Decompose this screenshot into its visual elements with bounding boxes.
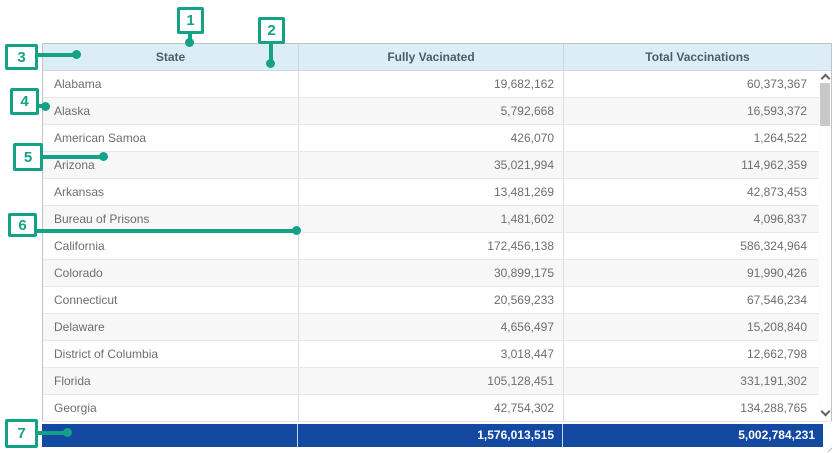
state-cell: Delaware bbox=[43, 314, 299, 340]
totals-row: 1,576,013,515 5,002,784,231 bbox=[42, 424, 823, 447]
totals-fully-vaccinated: 1,576,013,515 bbox=[298, 424, 563, 447]
fully-vaccinated-cell: 3,018,447 bbox=[299, 341, 564, 367]
table-row[interactable]: Delaware4,656,49715,208,840 bbox=[43, 314, 831, 341]
total-vaccinations-cell: 586,324,964 bbox=[564, 233, 831, 259]
column-header-total-vaccinations[interactable]: Total Vaccinations bbox=[564, 44, 831, 70]
total-vaccinations-cell: 114,962,359 bbox=[564, 152, 831, 178]
column-header-state[interactable]: State bbox=[43, 44, 299, 70]
annotated-table-screenshot: State Fully Vacinated Total Vaccinations… bbox=[0, 0, 833, 453]
table-row[interactable]: Colorado30,899,17591,990,426 bbox=[43, 260, 831, 287]
state-cell: Arkansas bbox=[43, 179, 299, 205]
table-row[interactable]: Arkansas13,481,26942,873,453 bbox=[43, 179, 831, 206]
totals-state-cell bbox=[42, 424, 298, 447]
state-cell: California bbox=[43, 233, 299, 259]
callout-2-dot bbox=[266, 59, 275, 68]
state-cell: District of Columbia bbox=[43, 341, 299, 367]
callout-1-dot bbox=[185, 38, 194, 47]
callout-3-dot bbox=[72, 50, 81, 59]
fully-vaccinated-cell: 13,481,269 bbox=[299, 179, 564, 205]
callout-7-line bbox=[36, 431, 66, 435]
state-cell: Connecticut bbox=[43, 287, 299, 313]
vertical-scrollbar[interactable] bbox=[819, 71, 831, 421]
callout-6-dot bbox=[292, 226, 301, 235]
callout-6-line bbox=[35, 229, 295, 233]
annotation-callout-2: 2 bbox=[258, 17, 285, 44]
total-vaccinations-cell: 12,662,798 bbox=[564, 341, 831, 367]
total-vaccinations-cell: 15,208,840 bbox=[564, 314, 831, 340]
fully-vaccinated-cell: 4,656,497 bbox=[299, 314, 564, 340]
table-row[interactable]: California172,456,138586,324,964 bbox=[43, 233, 831, 260]
state-cell: Alaska bbox=[43, 98, 299, 124]
annotation-callout-7: 7 bbox=[5, 419, 38, 448]
total-vaccinations-cell: 331,191,302 bbox=[564, 368, 831, 394]
annotation-callout-1: 1 bbox=[177, 7, 204, 34]
table-row[interactable]: Florida105,128,451331,191,302 bbox=[43, 368, 831, 395]
annotation-callout-3: 3 bbox=[5, 44, 38, 70]
state-cell: Colorado bbox=[43, 260, 299, 286]
fully-vaccinated-cell: 42,754,302 bbox=[299, 395, 564, 421]
table-row[interactable]: American Samoa426,0701,264,522 bbox=[43, 125, 831, 152]
callout-4-dot bbox=[41, 102, 50, 111]
fully-vaccinated-cell: 35,021,994 bbox=[299, 152, 564, 178]
state-cell: Georgia bbox=[43, 395, 299, 421]
column-header-fully-vaccinated[interactable]: Fully Vacinated bbox=[299, 44, 564, 70]
table-row[interactable]: Arizona35,021,994114,962,359 bbox=[43, 152, 831, 179]
totals-total-vaccinations: 5,002,784,231 bbox=[563, 424, 823, 447]
fully-vaccinated-cell: 19,682,162 bbox=[299, 71, 564, 97]
fully-vaccinated-cell: 426,070 bbox=[299, 125, 564, 151]
table-row[interactable]: Alaska5,792,66816,593,372 bbox=[43, 98, 831, 125]
fully-vaccinated-cell: 20,569,233 bbox=[299, 287, 564, 313]
fully-vaccinated-cell: 5,792,668 bbox=[299, 98, 564, 124]
state-cell: Florida bbox=[43, 368, 299, 394]
total-vaccinations-cell: 67,546,234 bbox=[564, 287, 831, 313]
scrollbar-thumb[interactable] bbox=[820, 83, 830, 126]
state-cell: American Samoa bbox=[43, 125, 299, 151]
annotation-callout-4: 4 bbox=[10, 88, 39, 115]
total-vaccinations-cell: 134,288,765 bbox=[564, 395, 831, 421]
scroll-down-button[interactable] bbox=[819, 407, 831, 419]
total-vaccinations-cell: 60,373,367 bbox=[564, 71, 831, 97]
table-body: Alabama19,682,16260,373,367Alaska5,792,6… bbox=[43, 71, 831, 422]
table-header-row: State Fully Vacinated Total Vaccinations bbox=[43, 44, 831, 71]
resize-grip-icon[interactable] bbox=[824, 444, 832, 452]
callout-5-dot bbox=[99, 152, 108, 161]
total-vaccinations-cell: 16,593,372 bbox=[564, 98, 831, 124]
chevron-up-icon bbox=[820, 74, 830, 84]
scroll-up-button[interactable] bbox=[819, 71, 831, 83]
table-row[interactable]: Georgia42,754,302134,288,765 bbox=[43, 395, 831, 422]
table-row[interactable]: District of Columbia3,018,44712,662,798 bbox=[43, 341, 831, 368]
callout-3-line bbox=[36, 53, 76, 57]
total-vaccinations-cell: 4,096,837 bbox=[564, 206, 831, 232]
table-row[interactable]: Connecticut20,569,23367,546,234 bbox=[43, 287, 831, 314]
total-vaccinations-cell: 1,264,522 bbox=[564, 125, 831, 151]
total-vaccinations-cell: 91,990,426 bbox=[564, 260, 831, 286]
annotation-callout-5: 5 bbox=[13, 143, 43, 171]
callout-5-line bbox=[41, 155, 103, 159]
chevron-down-icon bbox=[820, 407, 830, 417]
state-cell: Alabama bbox=[43, 71, 299, 97]
fully-vaccinated-cell: 105,128,451 bbox=[299, 368, 564, 394]
table-row[interactable]: Alabama19,682,16260,373,367 bbox=[43, 71, 831, 98]
annotation-callout-6: 6 bbox=[8, 213, 37, 237]
total-vaccinations-cell: 42,873,453 bbox=[564, 179, 831, 205]
fully-vaccinated-cell: 30,899,175 bbox=[299, 260, 564, 286]
callout-7-dot bbox=[63, 428, 72, 437]
fully-vaccinated-cell: 1,481,602 bbox=[299, 206, 564, 232]
fully-vaccinated-cell: 172,456,138 bbox=[299, 233, 564, 259]
